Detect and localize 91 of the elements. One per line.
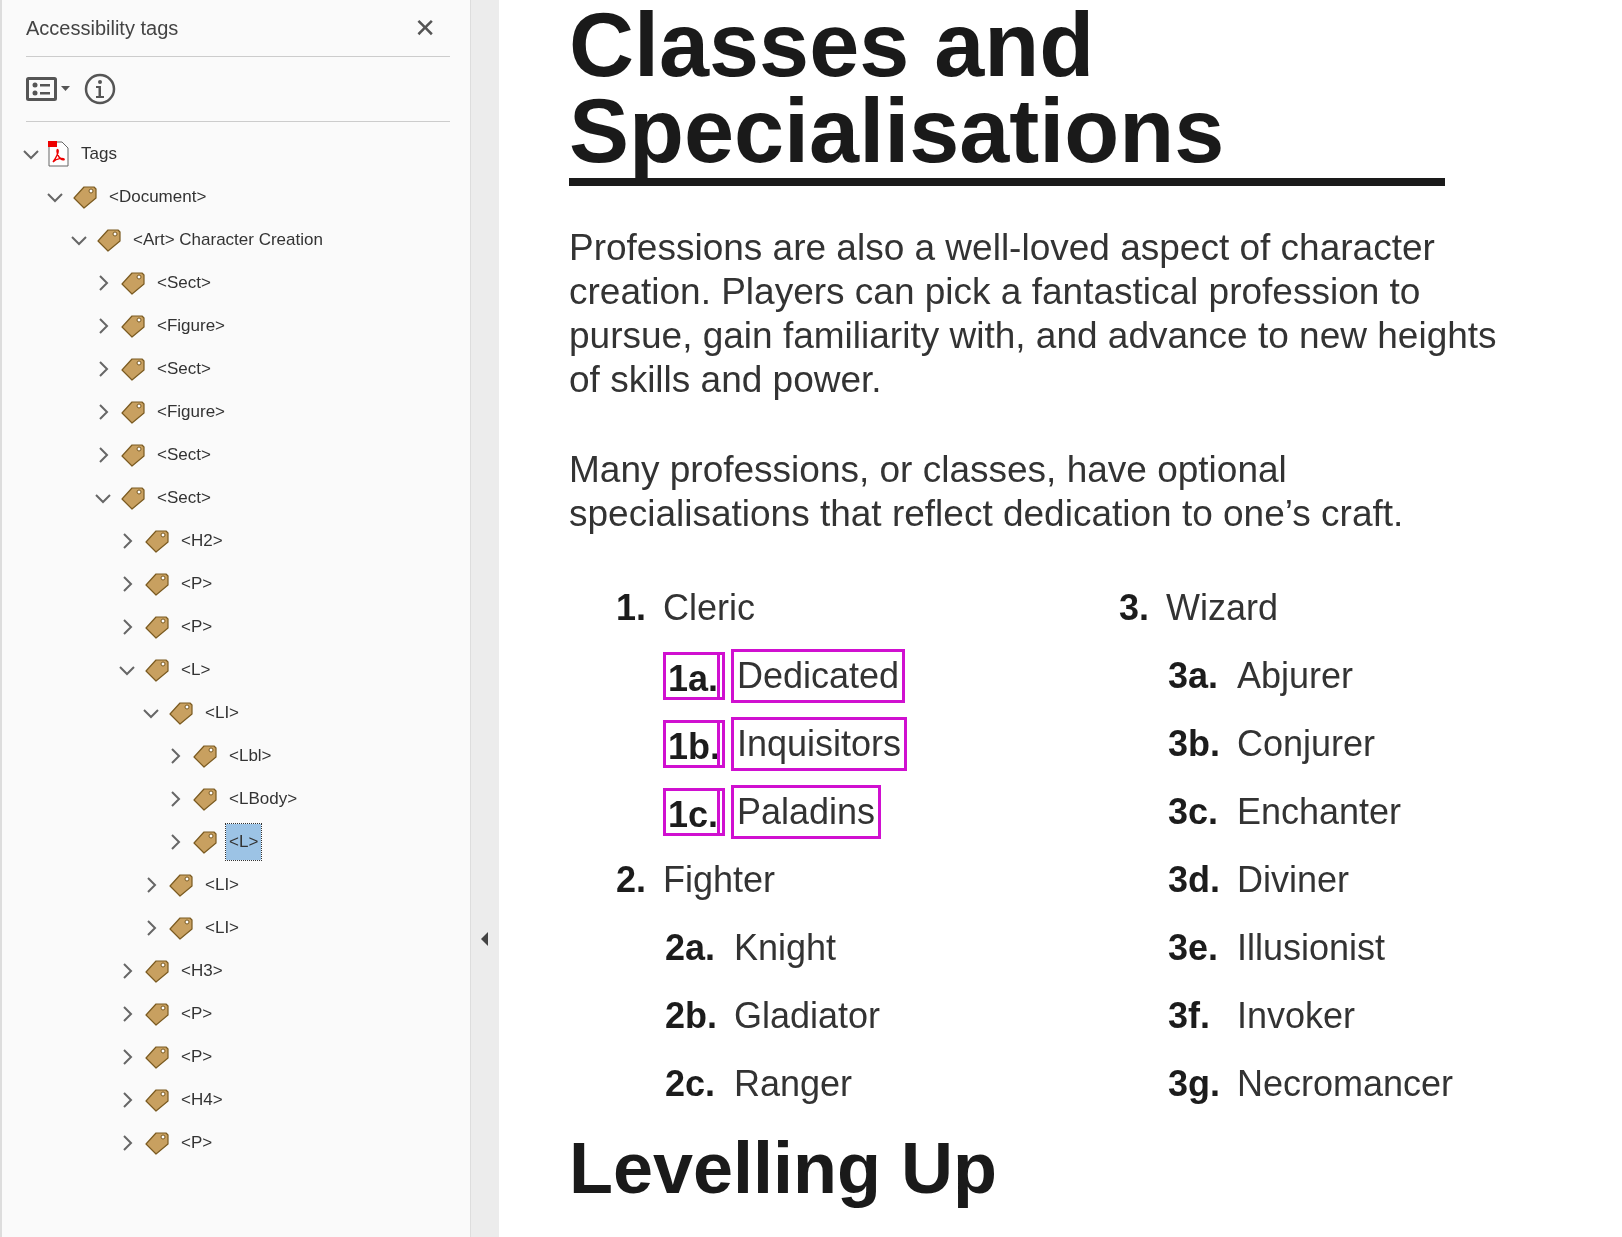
tag-icon [120, 356, 146, 381]
sublist-item: Paladins [731, 785, 882, 839]
tree-item[interactable]: <LI> [202, 866, 243, 903]
tree-item[interactable]: <P> [178, 608, 216, 645]
sublist-label: 3a. [1167, 655, 1220, 697]
tag-icon [144, 1001, 170, 1026]
tree-item[interactable]: <Document> [106, 178, 210, 215]
tree-item[interactable]: <Art> Character Creation [130, 221, 326, 258]
sublist-item: Ranger [733, 1063, 854, 1105]
tree-item[interactable]: <LBody> [226, 780, 301, 817]
tree-item[interactable]: <LI> [202, 909, 243, 946]
tag-icon [120, 270, 146, 295]
sublist-item: Necromancer [1236, 1063, 1455, 1105]
tag-icon [192, 743, 218, 768]
sublist-label: 2b. [664, 995, 718, 1037]
tree-item[interactable]: <Sect> [154, 479, 214, 516]
sublist-item: Gladiator [733, 995, 882, 1037]
tag-icon [144, 958, 170, 983]
sublist-label: 2c. [664, 1063, 717, 1105]
list-number: 3. [1119, 587, 1151, 629]
tree-item[interactable]: <H3> [178, 952, 226, 989]
sublist-item: Dedicated [731, 649, 906, 703]
list-item: Cleric [663, 587, 755, 629]
sublist-label: 1b. [663, 720, 717, 768]
sublist-label: 3d. [1167, 859, 1221, 901]
tag-icon [144, 571, 170, 596]
tree-item[interactable]: <L> [178, 651, 214, 688]
list-number: 1. [616, 587, 648, 629]
tag-icon [72, 184, 98, 209]
sublist-label: 1c. [663, 788, 717, 836]
section-heading: Levelling Up [569, 1128, 999, 1208]
tree-item[interactable]: <H4> [178, 1081, 226, 1118]
tree-item[interactable]: <P> [178, 565, 216, 602]
tag-icon [168, 915, 194, 940]
sublist-item: Conjurer [1236, 723, 1377, 765]
pdf-file-icon [48, 140, 70, 167]
tree-item[interactable]: Tags [78, 135, 120, 172]
tree-item[interactable]: <Figure> [154, 307, 229, 344]
tag-icon [192, 829, 218, 854]
tree-item[interactable]: <Sect> [154, 436, 214, 473]
sublist-item: Enchanter [1236, 791, 1403, 833]
tree-item[interactable]: <P> [178, 995, 216, 1032]
sublist-label: 1a. [663, 652, 717, 700]
sublist-item: Inquisitors [731, 717, 908, 771]
sublist-label: 3b. [1167, 723, 1221, 765]
panel-title: Accessibility tags [26, 16, 179, 40]
tag-icon [144, 528, 170, 553]
sublist-label: 3c. [1167, 791, 1220, 833]
sublist-item: Illusionist [1236, 927, 1387, 969]
tree-item[interactable]: <Sect> [154, 264, 214, 301]
sublist-label: 3f. [1167, 995, 1211, 1037]
tag-icon [96, 227, 122, 252]
info-icon[interactable] [84, 73, 116, 105]
tree-item[interactable]: <L> [226, 823, 262, 860]
collapse-panel-icon[interactable] [480, 930, 490, 947]
tag-icon [144, 1044, 170, 1069]
tree-item[interactable]: <LI> [202, 694, 243, 731]
tag-icon [120, 442, 146, 467]
tag-icon [168, 700, 194, 725]
tag-icon [120, 485, 146, 510]
tree-item[interactable]: <P> [178, 1124, 216, 1161]
sublist-item: Knight [733, 927, 838, 969]
sublist-item: Abjurer [1236, 655, 1355, 697]
tag-icon [120, 399, 146, 424]
tag-icon [192, 786, 218, 811]
tree-item[interactable]: <Figure> [154, 393, 229, 430]
tag-icon [144, 1087, 170, 1112]
tag-icon [144, 657, 170, 682]
tag-icon [168, 872, 194, 897]
sublist-label: 3e. [1167, 927, 1220, 969]
highlight-frame [717, 720, 725, 768]
sublist-item: Diviner [1236, 859, 1351, 901]
list-item: Wizard [1166, 587, 1278, 629]
sublist-label: 2a. [664, 927, 717, 969]
tree-item[interactable]: <P> [178, 1038, 216, 1075]
tree-item[interactable]: <H2> [178, 522, 226, 559]
list-number: 2. [616, 859, 648, 901]
list-item: Fighter [663, 859, 776, 901]
tag-icon [144, 614, 170, 639]
options-menu-button[interactable] [26, 74, 72, 104]
tree-item[interactable]: <Lbl> [226, 737, 275, 774]
tag-icon [144, 1130, 170, 1155]
paragraph: Many professions, or classes, have optional specialisations that reflect dedication to one’s craft. [569, 448, 1405, 536]
highlight-frame [717, 652, 725, 700]
highlight-frame [717, 788, 725, 836]
sublist-label: 3g. [1167, 1063, 1221, 1105]
close-button[interactable]: ✕ [410, 13, 440, 43]
paragraph: Professions are also a well-loved aspect of character creation. Players can pick a fantastical profession to pursue, gain familiarity with, and advance to new heights of skills and power. [569, 226, 1498, 402]
tag-icon [120, 313, 146, 338]
sublist-item: Invoker [1236, 995, 1357, 1037]
tree-item[interactable]: <Sect> [154, 350, 214, 387]
